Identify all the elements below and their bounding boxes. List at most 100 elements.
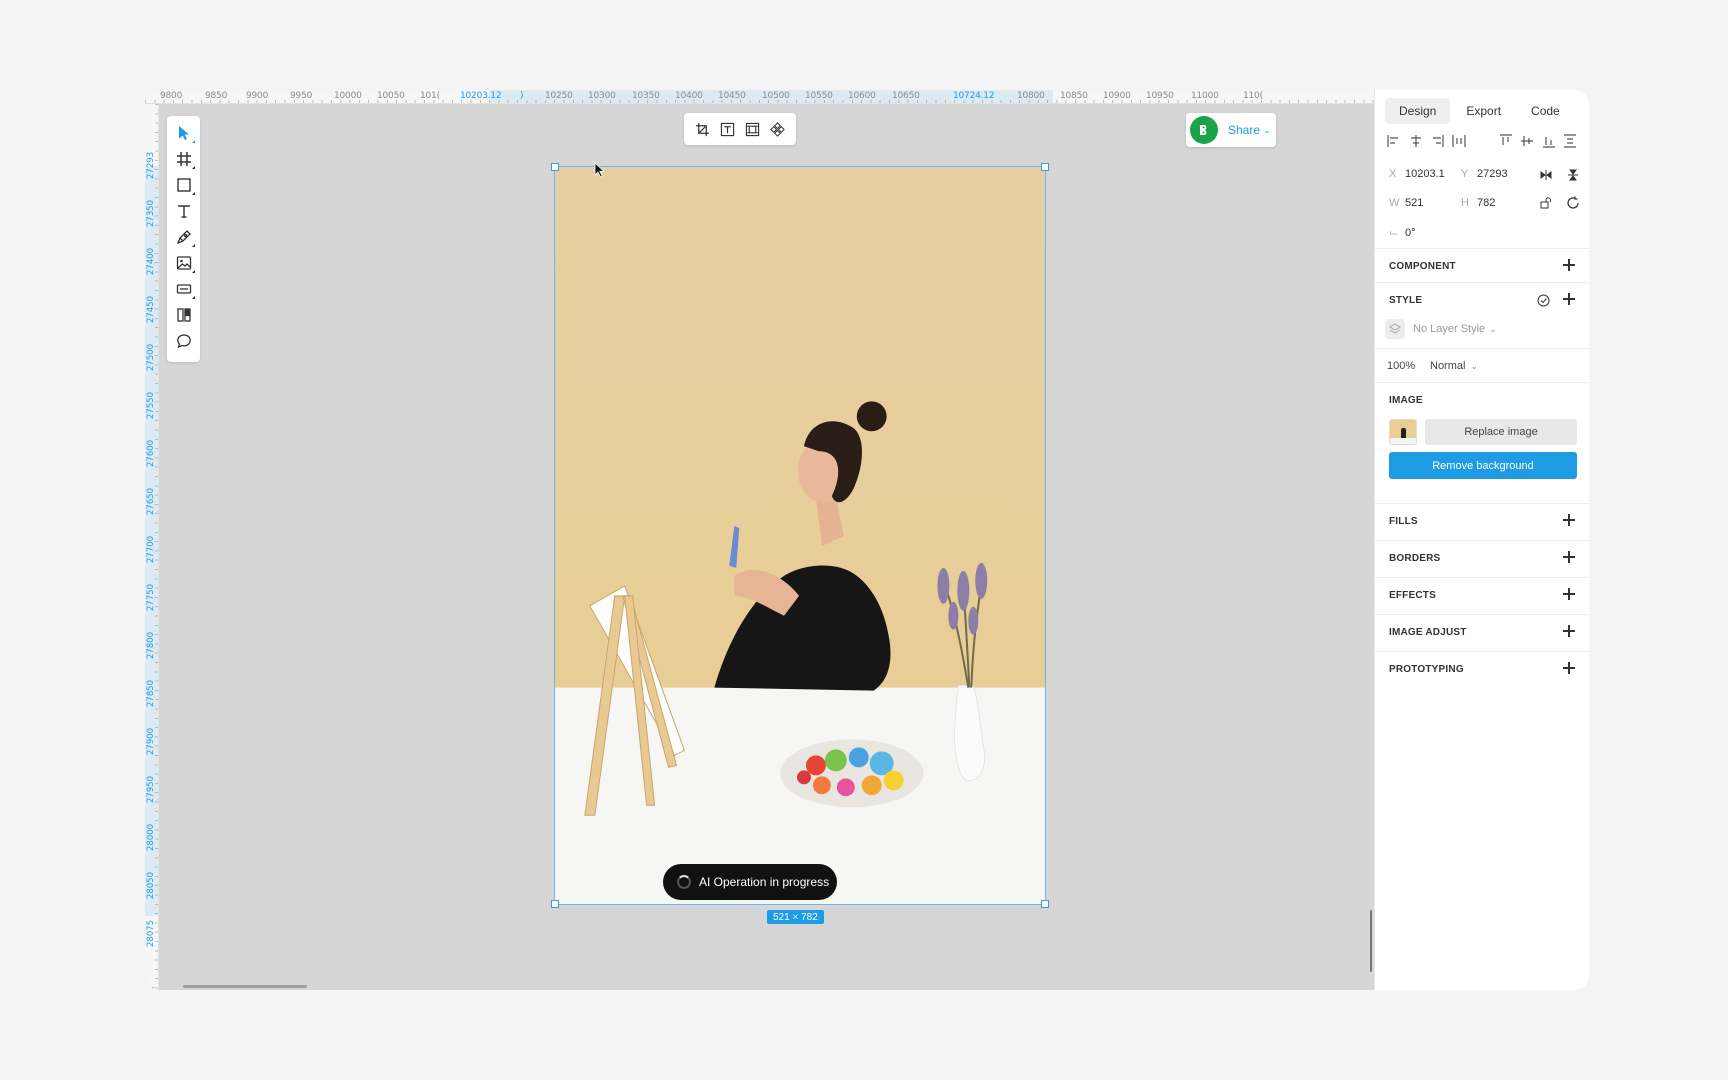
component-button[interactable]: [768, 119, 788, 139]
text-extract-button[interactable]: [718, 119, 738, 139]
align-bottom-icon[interactable]: [1542, 134, 1556, 148]
widget-icon: [176, 284, 191, 294]
photo-woman-painter: [555, 167, 1045, 904]
unlock-ratio-icon[interactable]: [1540, 197, 1552, 209]
flip-vertical-icon[interactable]: [1567, 169, 1579, 181]
x-field[interactable]: X 10203.1: [1389, 168, 1460, 180]
add-prototyping-icon[interactable]: [1562, 661, 1576, 675]
ruler-tick-label: 10350: [632, 91, 660, 101]
align-right-icon[interactable]: [1430, 134, 1444, 148]
image-thumbnail[interactable]: [1389, 419, 1417, 445]
ruler-tick-label: 10950: [1146, 91, 1174, 101]
resize-handle-bottom-right[interactable]: [1041, 900, 1049, 908]
ruler-tick-label: 10900: [1103, 91, 1131, 101]
crop-button[interactable]: [693, 119, 713, 139]
align-top-icon[interactable]: [1499, 134, 1513, 148]
ruler-tick-label: 9900: [246, 91, 269, 101]
design-panel: Design Export Code X 10203.1 Y 27293 W 521: [1374, 90, 1589, 990]
avatar[interactable]: [1190, 116, 1218, 144]
rotation-value[interactable]: 0°: [1405, 227, 1416, 239]
ruler-tick-label: 9850: [205, 91, 228, 101]
ruler-tick-label: 27700: [146, 535, 156, 563]
fills-title: FILLS: [1389, 516, 1418, 527]
add-borders-icon[interactable]: [1562, 550, 1576, 564]
image-tool[interactable]: [167, 250, 200, 276]
flip-horizontal-icon[interactable]: [1540, 169, 1552, 181]
ruler-tick-label: 10800: [1017, 91, 1045, 101]
align-center-h-icon[interactable]: [1409, 134, 1423, 148]
resize-handle-bottom-left[interactable]: [551, 900, 559, 908]
tab-design[interactable]: Design: [1385, 98, 1451, 124]
chevron-down-icon: ⌄: [1470, 360, 1478, 371]
rotation-field[interactable]: ⌙ 0°: [1389, 226, 1416, 240]
add-fills-icon[interactable]: [1562, 513, 1576, 527]
shape-tool[interactable]: [167, 172, 200, 198]
resize-handle-top-right[interactable]: [1041, 163, 1049, 171]
add-style-icon[interactable]: [1562, 292, 1576, 306]
h-value[interactable]: 782: [1477, 197, 1495, 209]
tool-palette: [167, 116, 200, 362]
opacity-section: 100% Normal ⌄: [1375, 348, 1589, 382]
x-value[interactable]: 10203.1: [1405, 168, 1460, 180]
vertical-scrollbar[interactable]: [1370, 910, 1372, 972]
rectangle-icon: [176, 178, 191, 192]
layer-style-select[interactable]: No Layer Style ⌄: [1385, 319, 1497, 339]
layer-style-label: No Layer Style: [1413, 323, 1486, 335]
align-center-v-icon[interactable]: [1520, 134, 1534, 148]
style-check-icon[interactable]: [1537, 294, 1550, 307]
distribute-h-icon[interactable]: [1451, 134, 1466, 148]
tab-code[interactable]: Code: [1517, 98, 1574, 124]
image-frame-button[interactable]: [743, 119, 763, 139]
ruler-tick-label: 10450: [718, 91, 746, 101]
add-effects-icon[interactable]: [1562, 587, 1576, 601]
ruler-tick-label: 27500: [146, 343, 156, 371]
text-tool[interactable]: [167, 198, 200, 224]
ai-status-pill: AI Operation in progress: [663, 864, 837, 900]
y-value[interactable]: 27293: [1477, 168, 1508, 180]
selected-image-layer[interactable]: 521 × 782: [551, 163, 1049, 924]
widget-tool[interactable]: [167, 276, 200, 302]
text-icon: [177, 205, 190, 218]
add-image-adjust-icon[interactable]: [1562, 624, 1576, 638]
ruler-tick-label: 27600: [146, 439, 156, 467]
share-button[interactable]: Share ⌄: [1186, 113, 1276, 147]
comment-tool[interactable]: [167, 328, 200, 354]
remove-background-button[interactable]: Remove background: [1389, 452, 1577, 479]
replace-image-button[interactable]: Replace image: [1425, 419, 1577, 445]
move-tool[interactable]: [167, 120, 200, 146]
app-window: 9800 9850 9900 9950 10000 10050 101(10203.12) 1…: [145, 90, 1589, 990]
size-badge: 521 × 782: [767, 910, 824, 924]
h-field[interactable]: H 782: [1461, 197, 1495, 209]
ruler-tick-label: 27950: [146, 775, 156, 803]
y-field[interactable]: Y 27293: [1461, 168, 1508, 180]
panel-tabs: Design Export Code: [1385, 98, 1574, 124]
ruler-tick-label: 27350: [146, 199, 156, 227]
ruler-tick-label: 27650: [146, 487, 156, 515]
w-field[interactable]: W 521: [1389, 197, 1460, 209]
pen-tool[interactable]: [167, 224, 200, 250]
resize-handle-top-left[interactable]: [551, 163, 559, 171]
w-value[interactable]: 521: [1405, 197, 1460, 209]
ruler-tick-label: ): [520, 91, 524, 101]
ruler-tick-label: 10300: [588, 91, 616, 101]
horizontal-scrollbar[interactable]: [183, 985, 307, 988]
h-label: H: [1461, 197, 1469, 209]
ruler-tick-label: 27450: [146, 295, 156, 323]
rotate-icon[interactable]: [1566, 196, 1580, 210]
ruler-tick-label: 11000: [1191, 91, 1219, 101]
borders-section: BORDERS: [1375, 540, 1589, 577]
align-left-icon[interactable]: [1387, 134, 1401, 148]
opacity-value[interactable]: 100%: [1387, 360, 1415, 372]
canvas[interactable]: Share ⌄ 521 × 782 AI Operation in progre…: [159, 104, 1374, 990]
ruler-tick-label: 101(: [420, 91, 440, 101]
blend-mode-select[interactable]: Normal ⌄: [1430, 360, 1478, 372]
tab-export[interactable]: Export: [1452, 98, 1515, 124]
ruler-tick-label: 27900: [146, 727, 156, 755]
distribute-v-icon[interactable]: [1563, 134, 1577, 148]
ruler-tick-label: 28000: [146, 823, 156, 851]
component-tool[interactable]: [167, 302, 200, 328]
add-component-icon[interactable]: [1562, 258, 1576, 272]
prototyping-title: PROTOTYPING: [1389, 664, 1464, 675]
ruler-tick-label: 10203.12: [460, 91, 502, 101]
frame-tool[interactable]: [167, 146, 200, 172]
